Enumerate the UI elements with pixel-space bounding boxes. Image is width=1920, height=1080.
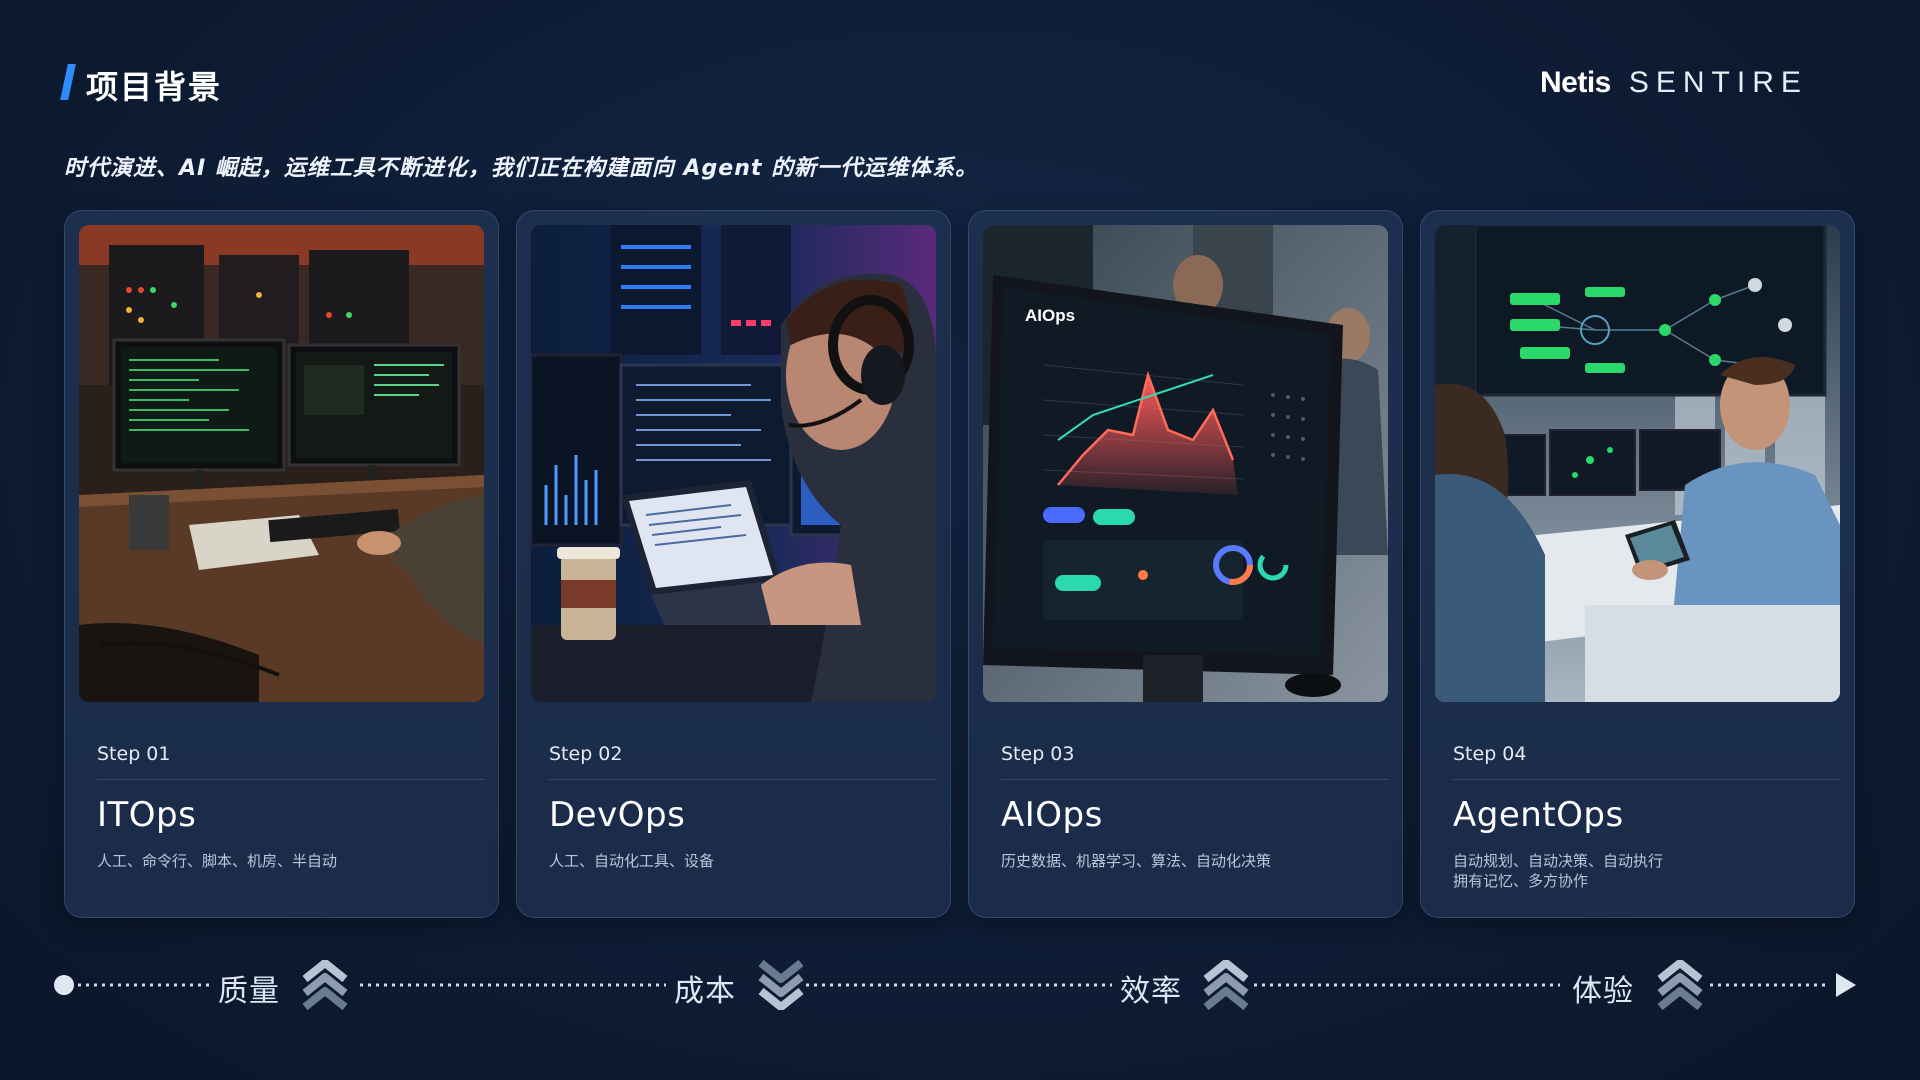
step-label: Step 02 [549,743,623,765]
logo-sentire: SENTIRE [1628,66,1808,99]
step-label: Step 01 [97,743,171,765]
card-description: 自动规划、自动决策、自动执行 拥有记忆、多方协作 [1453,852,1664,890]
logo: Netis SENTIRE [1540,66,1808,100]
card-agentops: Step 04 AgentOps 自动规划、自动决策、自动执行 拥有记忆、多方协… [1420,210,1855,918]
step-label: Step 03 [1001,743,1075,765]
subtitle: 时代演进、AI 崛起，运维工具不断进化，我们正在构建面向 Agent 的新一代运… [64,156,979,181]
step-label: Step 04 [1453,743,1527,765]
itops-illustration [79,225,484,702]
chevron-up-icon [1203,960,1249,1010]
timeline-start-dot [54,975,74,995]
card-title: DevOps [549,795,686,835]
screen-brand: AIOps [1025,306,1075,325]
chevron-down-icon [758,960,804,1010]
timeline-arrow-icon [1836,973,1856,997]
card-aiops: AIOps Step 03 AIOps 历史数据、机器学习、算法、自动化决策 [968,210,1403,918]
card-divider [1001,779,1388,780]
timeline-label-cost: 成本 [674,974,736,1009]
card-title: AgentOps [1453,795,1624,835]
card-description: 人工、命令行、脚本、机房、半自动 [97,852,338,870]
title-accent-bar [60,64,76,100]
chevron-up-icon [302,960,348,1010]
devops-illustration [531,225,936,702]
card-devops: Step 02 DevOps 人工、自动化工具、设备 [516,210,951,918]
aiops-illustration: AIOps [983,225,1388,702]
agentops-illustration [1435,225,1840,702]
timeline-label-efficiency: 效率 [1120,974,1182,1009]
page-title: 项目背景 [86,68,223,106]
chevron-up-icon [1657,960,1703,1010]
card-divider [549,779,936,780]
timeline-label-experience: 体验 [1572,974,1634,1009]
card-itops: Step 01 ITOps 人工、命令行、脚本、机房、半自动 [64,210,499,918]
card-divider [97,779,484,780]
timeline-label-quality: 质量 [218,974,280,1009]
card-title: ITOps [97,795,197,835]
logo-netis: Netis [1540,66,1611,99]
card-title: AIOps [1001,795,1103,835]
card-description: 历史数据、机器学习、算法、自动化决策 [1001,852,1272,870]
card-divider [1453,779,1840,780]
card-description: 人工、自动化工具、设备 [549,852,715,870]
